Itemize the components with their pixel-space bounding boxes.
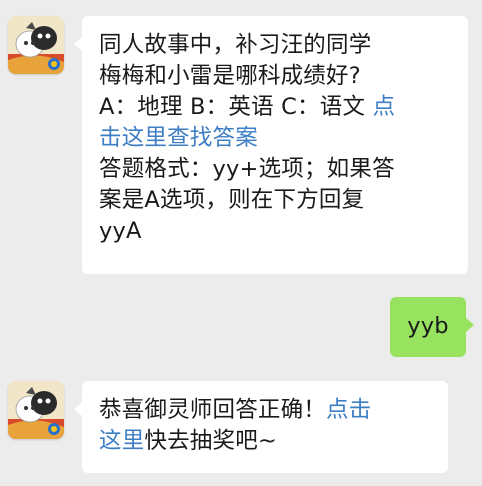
- message-line: A：地理 B：英语 C：语文 点: [99, 94, 396, 120]
- message-line: 击这里查找答案: [99, 123, 452, 154]
- find-answer-link[interactable]: 点: [373, 94, 396, 120]
- sender-avatar[interactable]: [8, 381, 64, 439]
- message-line: yyA: [99, 218, 142, 244]
- lottery-link[interactable]: 这里: [99, 428, 144, 454]
- sender-avatar[interactable]: [8, 16, 64, 74]
- message-line: 梅梅和小雷是哪科成绩好?: [99, 63, 361, 89]
- onmyoji-game-avatar-icon: [8, 16, 64, 74]
- message-line: 答题格式：yy+选项；如果答: [99, 156, 395, 182]
- message-line: 同人故事中，补习汪的同学: [99, 32, 372, 58]
- incoming-message-result: 恭喜御灵师回答正确！点击 这里快去抽奖吧~: [74, 381, 448, 473]
- outgoing-message-reply: yyb: [390, 297, 474, 357]
- incoming-message-question: 同人故事中，补习汪的同学 梅梅和小雷是哪科成绩好? A：地理 B：英语 C：语文…: [74, 16, 468, 274]
- onmyoji-game-avatar-icon: [8, 381, 64, 439]
- message-line: 这里快去抽奖吧~: [99, 428, 277, 454]
- message-line: 案是A选项，则在下方回复: [99, 187, 365, 213]
- lottery-link[interactable]: 点击: [326, 397, 371, 423]
- find-answer-link[interactable]: 击这里查找答案: [99, 125, 258, 151]
- reply-text: yyb: [407, 313, 449, 339]
- message-line: 恭喜御灵师回答正确！点击: [99, 397, 372, 423]
